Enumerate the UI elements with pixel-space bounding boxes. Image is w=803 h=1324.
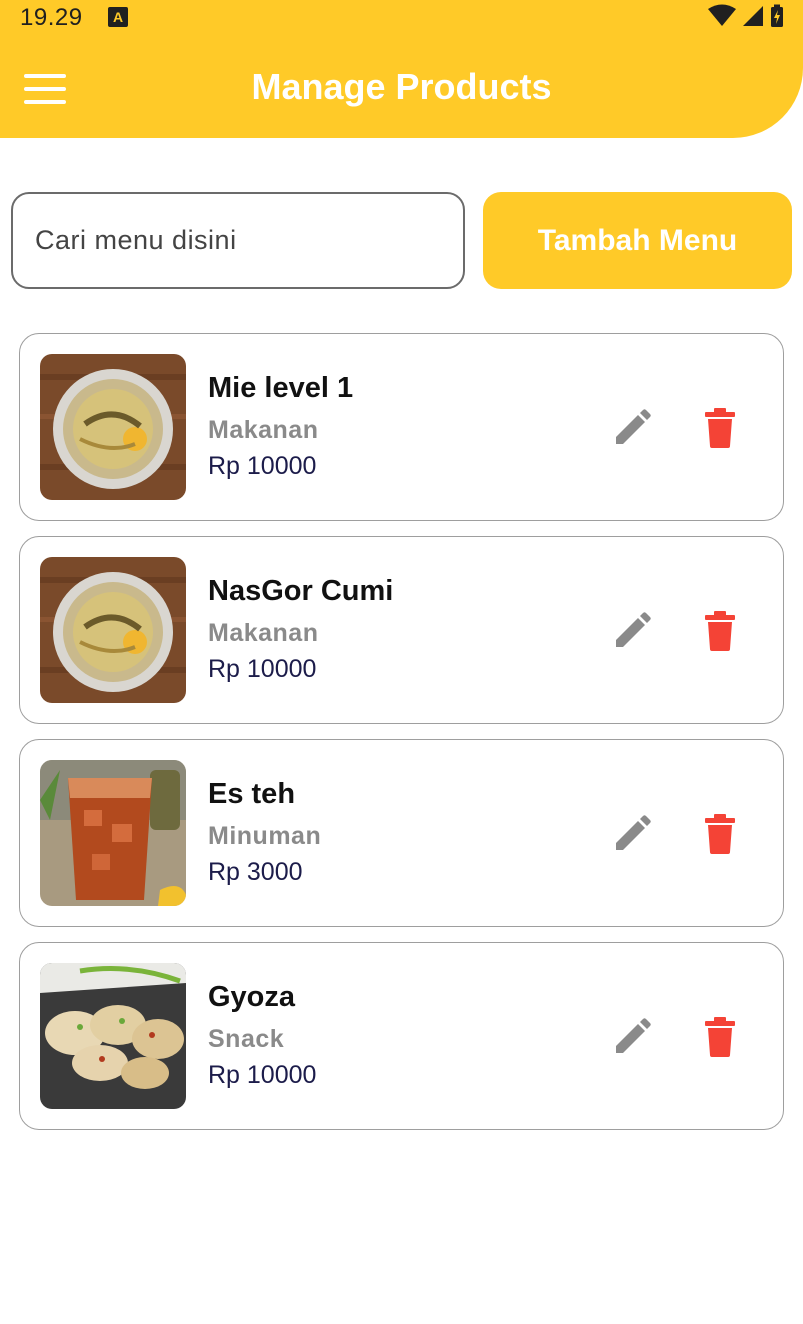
notification-badge-icon: A xyxy=(108,7,128,27)
product-category: Snack xyxy=(208,1025,285,1053)
delete-icon[interactable] xyxy=(704,408,736,448)
product-category: Makanan xyxy=(208,416,319,444)
product-name: Es teh xyxy=(208,778,296,810)
signal-icon xyxy=(743,6,763,26)
product-name: Gyoza xyxy=(208,981,296,1013)
battery-icon xyxy=(771,4,783,27)
search-input[interactable] xyxy=(11,192,465,289)
product-category: Minuman xyxy=(208,822,322,850)
product-price: Rp 10000 xyxy=(208,655,317,683)
app-bar: 19.29 A Manage Products xyxy=(0,0,803,138)
edit-icon[interactable] xyxy=(612,408,652,448)
product-image xyxy=(40,557,186,703)
edit-icon[interactable] xyxy=(612,611,652,651)
product-image xyxy=(40,963,186,1109)
product-card: Es teh Minuman Rp 3000 xyxy=(19,739,784,927)
product-price: Rp 10000 xyxy=(208,452,317,480)
product-card: Gyoza Snack Rp 10000 xyxy=(19,942,784,1130)
wifi-icon xyxy=(708,4,736,26)
product-image xyxy=(40,760,186,906)
delete-icon[interactable] xyxy=(704,814,736,854)
edit-icon[interactable] xyxy=(612,1017,652,1057)
product-price: Rp 3000 xyxy=(208,858,303,886)
product-name: Mie level 1 xyxy=(208,372,354,404)
product-category: Makanan xyxy=(208,619,319,647)
status-time: 19.29 xyxy=(20,4,83,31)
delete-icon[interactable] xyxy=(704,611,736,651)
add-menu-button[interactable]: Tambah Menu xyxy=(483,192,792,289)
product-name: NasGor Cumi xyxy=(208,575,394,607)
product-price: Rp 10000 xyxy=(208,1061,317,1089)
delete-icon[interactable] xyxy=(704,1017,736,1057)
status-icons xyxy=(707,4,785,28)
page-title: Manage Products xyxy=(251,66,552,107)
edit-icon[interactable] xyxy=(612,814,652,854)
product-card: NasGor Cumi Makanan Rp 10000 xyxy=(19,536,784,724)
product-card: Mie level 1 Makanan Rp 10000 xyxy=(19,333,784,521)
product-image xyxy=(40,354,186,500)
